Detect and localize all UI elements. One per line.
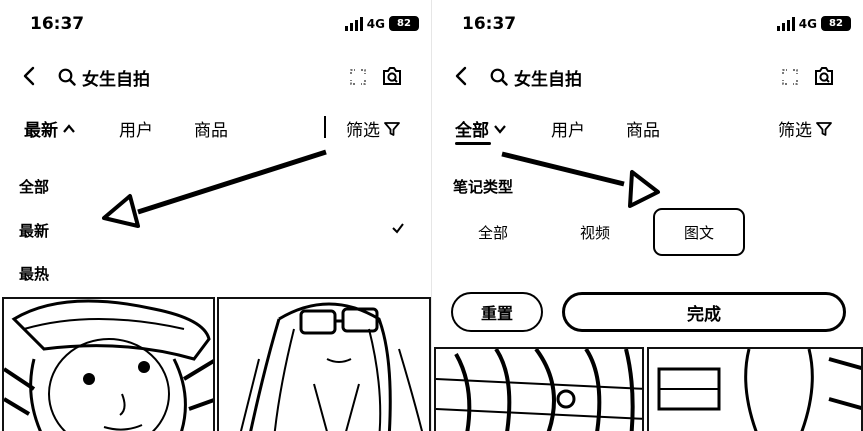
right-screen: 16:37 4G 82 女生自拍 全部 用户 商品 筛选 笔记类型 全部 视频 … bbox=[432, 0, 863, 431]
filter-label: 筛选 bbox=[778, 121, 812, 141]
tab-users[interactable]: 用户 bbox=[551, 116, 585, 141]
tab-products[interactable]: 商品 bbox=[626, 116, 660, 141]
note-type-video[interactable]: 视频 bbox=[580, 222, 610, 243]
tab-divider bbox=[324, 116, 326, 138]
chevron-left-icon[interactable] bbox=[452, 66, 472, 86]
network-type: 4G bbox=[798, 16, 817, 31]
tab-label: 用户 bbox=[551, 121, 585, 141]
result-thumbnail[interactable] bbox=[647, 347, 863, 431]
active-tab-indicator bbox=[455, 142, 491, 145]
left-screen: 16:37 4G 82 女生自拍 最新 用户 商品 筛选 全部 最新 最热 bbox=[0, 0, 431, 431]
result-thumbnail[interactable] bbox=[2, 297, 215, 431]
network-type: 4G bbox=[366, 16, 385, 31]
tab-label: 最新 bbox=[24, 121, 58, 141]
done-button[interactable]: 完成 bbox=[562, 292, 846, 332]
search-icon bbox=[490, 68, 508, 86]
result-thumbnail[interactable] bbox=[217, 297, 431, 431]
reset-button[interactable]: 重置 bbox=[451, 292, 543, 332]
chevron-down-icon bbox=[494, 124, 506, 134]
tab-products[interactable]: 商品 bbox=[194, 116, 228, 141]
result-thumbnail[interactable] bbox=[434, 347, 644, 431]
chevron-up-icon bbox=[63, 123, 75, 133]
signal-icon bbox=[776, 16, 795, 31]
tab-label: 用户 bbox=[119, 121, 153, 141]
photo-selfie-glasses bbox=[219, 299, 429, 431]
check-icon bbox=[392, 223, 404, 234]
signal-icon bbox=[344, 16, 363, 31]
tab-label: 商品 bbox=[626, 121, 660, 141]
funnel-icon bbox=[384, 121, 400, 136]
sort-option-hot[interactable]: 最热 bbox=[19, 263, 49, 284]
tab-label: 商品 bbox=[194, 121, 228, 141]
sort-option-all[interactable]: 全部 bbox=[19, 176, 49, 197]
filter-label: 筛选 bbox=[346, 121, 380, 141]
scan-icon[interactable] bbox=[782, 69, 798, 85]
chevron-left-icon[interactable] bbox=[20, 66, 40, 86]
status-time: 16:37 bbox=[30, 14, 85, 34]
battery-icon: 82 bbox=[389, 16, 419, 31]
tab-users[interactable]: 用户 bbox=[119, 116, 153, 141]
status-time: 16:37 bbox=[462, 14, 517, 34]
filter-button[interactable]: 筛选 bbox=[346, 116, 400, 141]
filter-button[interactable]: 筛选 bbox=[778, 116, 832, 141]
search-icon bbox=[58, 68, 76, 86]
photo-mirror bbox=[649, 349, 861, 431]
search-input[interactable]: 女生自拍 bbox=[82, 65, 150, 90]
battery-icon: 82 bbox=[821, 16, 851, 31]
photo-jacket bbox=[436, 349, 642, 431]
tab-label: 全部 bbox=[455, 121, 489, 141]
funnel-icon bbox=[816, 121, 832, 136]
camera-search-icon[interactable] bbox=[813, 66, 835, 86]
status-indicators: 4G 82 bbox=[344, 16, 419, 31]
camera-search-icon[interactable] bbox=[381, 66, 403, 86]
note-type-image-text[interactable]: 图文 bbox=[653, 208, 745, 256]
sort-option-latest[interactable]: 最新 bbox=[19, 220, 49, 241]
search-input[interactable]: 女生自拍 bbox=[514, 65, 582, 90]
scan-icon[interactable] bbox=[350, 69, 366, 85]
photo-selfie-cap bbox=[4, 299, 213, 431]
tab-all[interactable]: 全部 bbox=[455, 116, 507, 141]
note-type-title: 笔记类型 bbox=[453, 178, 514, 196]
status-indicators: 4G 82 bbox=[776, 16, 851, 31]
note-type-all[interactable]: 全部 bbox=[478, 222, 508, 243]
tab-latest[interactable]: 最新 bbox=[24, 116, 76, 141]
